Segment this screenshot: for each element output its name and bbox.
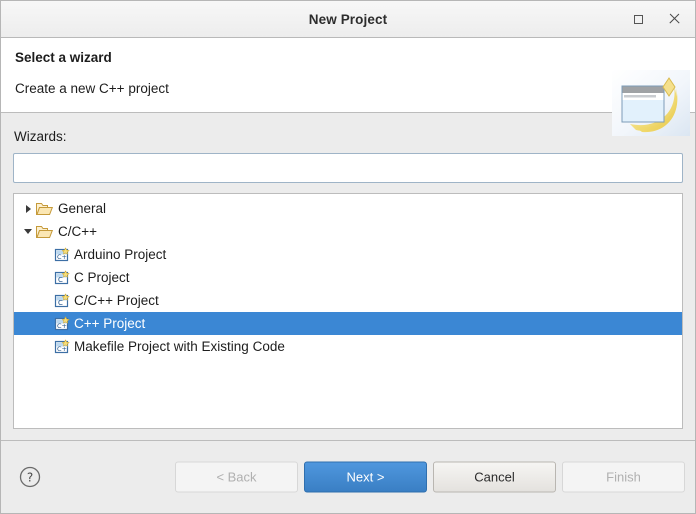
tree-row-label: C/C++ <box>58 224 98 239</box>
tree-row[interactable]: C+ Arduino Project <box>14 243 682 266</box>
wizard-tree[interactable]: General C/C++ C+ Arduino Project C C Pro… <box>13 193 683 429</box>
back-button[interactable]: < Back <box>175 461 298 493</box>
maximize-icon <box>633 14 643 24</box>
tree-row-label: Arduino Project <box>74 247 167 262</box>
cancel-button[interactable]: Cancel <box>433 461 556 493</box>
header-description: Create a new C++ project <box>15 81 169 96</box>
tree-row-label: C/C++ Project <box>74 293 159 308</box>
close-button[interactable] <box>661 6 687 32</box>
tree-row-label: General <box>58 201 107 216</box>
dialog-body: Wizards: General C/C++ C+ Arduino Projec… <box>1 113 695 440</box>
dialog-button-row: < Back Next > Cancel Finish <box>175 461 685 493</box>
help-icon[interactable]: ? <box>19 466 41 488</box>
window-title: New Project <box>308 11 388 27</box>
tree-row-selected[interactable]: C+ C++ Project <box>14 312 682 335</box>
svg-text:C+: C+ <box>57 345 67 353</box>
chevron-right-icon[interactable] <box>20 204 36 213</box>
svg-text:C+: C+ <box>57 322 67 330</box>
dialog-footer: ? < Back Next > Cancel Finish <box>1 440 695 513</box>
svg-text:?: ? <box>27 471 33 485</box>
tree-row[interactable]: General <box>14 197 682 220</box>
folder-icon <box>36 202 53 215</box>
close-icon <box>668 13 680 25</box>
tree-row[interactable]: C+ Makefile Project with Existing Code <box>14 335 682 358</box>
cpp-project-icon: C+ <box>54 246 70 261</box>
tree-row-label: Makefile Project with Existing Code <box>74 339 285 354</box>
svg-text:C+: C+ <box>57 253 67 261</box>
c-project-icon: C <box>54 292 70 307</box>
maximize-button[interactable] <box>625 6 651 32</box>
folder-icon <box>36 225 53 238</box>
window-controls <box>625 1 687 37</box>
svg-text:C: C <box>58 299 63 307</box>
tree-row[interactable]: C/C++ <box>14 220 682 243</box>
chevron-down-icon[interactable] <box>20 229 36 234</box>
wizard-filter-input[interactable] <box>13 153 683 183</box>
title-bar: New Project <box>1 1 695 38</box>
c-project-icon: C <box>54 269 70 284</box>
new-project-wizard-icon <box>612 70 690 136</box>
cpp-project-icon: C+ <box>54 338 70 353</box>
next-button[interactable]: Next > <box>304 461 427 493</box>
tree-row-label: C Project <box>74 270 130 285</box>
cpp-project-icon: C+ <box>54 315 70 330</box>
new-project-dialog: New Project Select a wizard Create a new… <box>0 0 696 514</box>
dialog-header: Select a wizard Create a new C++ project <box>1 38 695 136</box>
tree-row-label: C++ Project <box>74 316 146 331</box>
finish-button[interactable]: Finish <box>562 461 685 493</box>
svg-text:C: C <box>58 276 63 284</box>
tree-row[interactable]: C C/C++ Project <box>14 289 682 312</box>
tree-row[interactable]: C C Project <box>14 266 682 289</box>
header-title: Select a wizard <box>15 50 112 65</box>
wizards-label: Wizards: <box>14 129 67 144</box>
